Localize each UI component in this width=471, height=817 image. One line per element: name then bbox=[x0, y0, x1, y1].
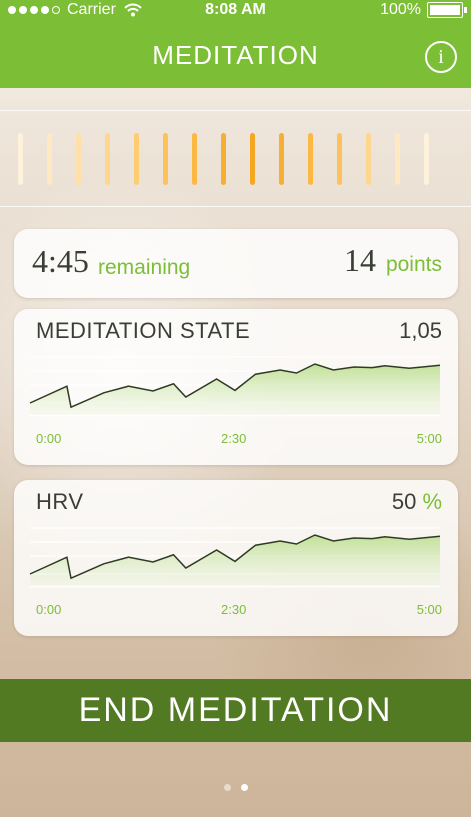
battery-icon bbox=[427, 2, 467, 18]
hrv-card: HRV 50 % 0:00 2:30 5:00 bbox=[14, 480, 458, 636]
battery-percent: 100% bbox=[380, 1, 421, 18]
meter-tick bbox=[18, 133, 23, 185]
meter-tick bbox=[163, 133, 168, 185]
session-summary-card: 4:45 remaining 14 points bbox=[14, 229, 458, 298]
time-label-start: 0:00 bbox=[36, 602, 62, 617]
meditation-state-chart bbox=[29, 356, 441, 417]
meter-tick bbox=[366, 133, 371, 185]
meter-tick bbox=[250, 133, 255, 185]
info-icon[interactable]: i bbox=[425, 41, 457, 73]
time-label-mid: 2:30 bbox=[221, 431, 247, 446]
hrv-unit: % bbox=[422, 489, 442, 514]
end-meditation-button[interactable]: END MEDITATION bbox=[0, 679, 471, 742]
meditation-level-meter bbox=[0, 110, 471, 207]
meditation-state-label: MEDITATION STATE bbox=[36, 318, 251, 343]
remaining-time: 4:45 bbox=[32, 243, 89, 279]
status-bar: Carrier 8:08 AM 100% bbox=[0, 0, 471, 22]
meter-tick bbox=[134, 133, 139, 185]
remaining-label: remaining bbox=[98, 256, 191, 279]
time-label-mid: 2:30 bbox=[221, 602, 247, 617]
page-dot[interactable] bbox=[240, 784, 248, 791]
header-bar: Carrier 8:08 AM 100% MEDITATION i bbox=[0, 0, 471, 88]
meter-tick bbox=[221, 133, 226, 185]
hrv-chart bbox=[29, 527, 441, 588]
meter-tick bbox=[192, 133, 197, 185]
hrv-value: 50 bbox=[391, 489, 417, 514]
app-screen: Carrier 8:08 AM 100% MEDITATION i 4:45 r… bbox=[0, 0, 471, 817]
meter-tick bbox=[424, 133, 429, 185]
meter-tick bbox=[308, 133, 313, 185]
points-value: 14 bbox=[344, 242, 376, 278]
page-indicator bbox=[0, 784, 471, 791]
meditation-state-value: 1,05 bbox=[399, 318, 442, 343]
hrv-label: HRV bbox=[36, 489, 84, 514]
meter-tick bbox=[279, 133, 284, 185]
meditation-state-card: MEDITATION STATE 1,05 0:00 2:30 5:00 bbox=[14, 309, 458, 465]
meter-tick bbox=[47, 133, 52, 185]
meter-tick bbox=[105, 133, 110, 185]
meter-tick bbox=[76, 133, 81, 185]
meter-tick bbox=[395, 133, 400, 185]
battery-status: 100% bbox=[380, 1, 467, 19]
meter-tick bbox=[337, 133, 342, 185]
points-label: points bbox=[385, 253, 442, 276]
time-label-end: 5:00 bbox=[416, 602, 442, 617]
page-dot[interactable] bbox=[223, 784, 231, 791]
time-label-end: 5:00 bbox=[416, 431, 442, 446]
hrv-value-wrap: 50 % bbox=[392, 489, 442, 515]
time-label-start: 0:00 bbox=[36, 431, 62, 446]
page-title: MEDITATION bbox=[152, 40, 319, 70]
